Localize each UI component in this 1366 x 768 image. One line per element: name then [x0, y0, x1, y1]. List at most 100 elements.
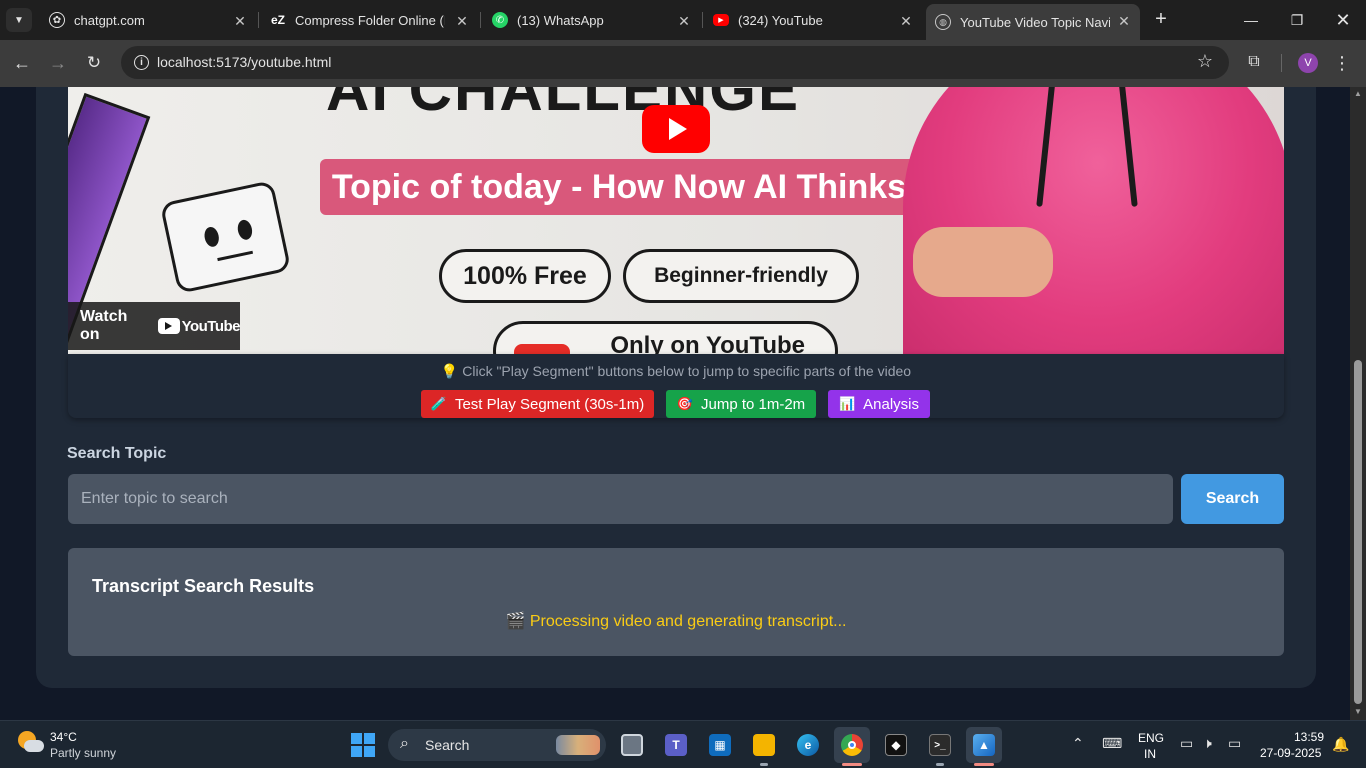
- restore-icon[interactable]: ❐: [1282, 6, 1312, 34]
- tab-separator: [702, 12, 703, 28]
- battery-icon[interactable]: ▭: [1228, 735, 1241, 752]
- taskbar-search-box[interactable]: ⌕ Search: [388, 729, 606, 761]
- youtube-icon: [157, 318, 180, 334]
- hoodie-cord: [1036, 87, 1056, 207]
- page-viewport: AI CHALLENGE Topic of today - How Now AI…: [0, 87, 1350, 720]
- youtube-icon: ▶: [713, 14, 729, 26]
- watch-on-label: Watch on: [80, 308, 128, 343]
- analysis-button[interactable]: 📊 Analysis: [828, 390, 930, 418]
- photos-icon[interactable]: ▲: [966, 727, 1002, 766]
- transcript-results-panel: Transcript Search Results 🎬 Processing v…: [68, 548, 1284, 656]
- window-close-icon[interactable]: ✕: [1328, 6, 1358, 34]
- youtube-logo: YouTube: [156, 317, 241, 335]
- button-label: Jump to 1m-2m: [700, 395, 806, 413]
- watch-on-youtube-button[interactable]: Watch on YouTube: [68, 302, 241, 350]
- scroll-up-arrow-icon[interactable]: ▲: [1353, 89, 1363, 98]
- show-hidden-icons-chevron-icon[interactable]: ⌃: [1072, 735, 1084, 752]
- scroll-down-arrow-icon[interactable]: ▼: [1353, 707, 1363, 716]
- forward-arrow-icon[interactable]: →: [46, 51, 70, 75]
- tab-compress-folder[interactable]: eZ Compress Folder Online (No ✕: [262, 0, 480, 40]
- url-text[interactable]: localhost:5173/youtube.html: [157, 54, 331, 70]
- close-icon[interactable]: ✕: [232, 13, 248, 29]
- hoodie-cord: [1118, 87, 1138, 207]
- tab-whatsapp[interactable]: ✆ (13) WhatsApp ✕: [484, 0, 702, 40]
- tab-separator: [258, 12, 259, 28]
- new-tab-button[interactable]: +: [1150, 8, 1172, 30]
- tab-search-button[interactable]: ▼: [6, 8, 32, 32]
- presenter-image: [903, 87, 1284, 354]
- chatgpt-icon: ✿: [49, 12, 65, 28]
- browser-menu-icon[interactable]: ⋮: [1333, 52, 1351, 74]
- windows-taskbar: 34°C Partly sunny ⌕ Search T ▦ e ◆ >_ ▲ …: [0, 720, 1366, 768]
- target-icon: 🎯: [676, 396, 693, 411]
- close-icon[interactable]: ✕: [454, 13, 470, 29]
- search-input[interactable]: [68, 474, 1173, 524]
- whatsapp-icon: ✆: [492, 12, 508, 28]
- terminal-icon[interactable]: >_: [922, 727, 958, 766]
- cube-app-icon[interactable]: ◆: [878, 727, 914, 763]
- file-explorer-icon[interactable]: [746, 727, 782, 766]
- jump-to-1m-2m-button[interactable]: 🎯 Jump to 1m-2m: [666, 390, 816, 418]
- browser-tab-strip: ▼ ✿ chatgpt.com ✕ eZ Compress Folder Onl…: [0, 0, 1366, 40]
- tab-youtube[interactable]: ▶ (324) YouTube ✕: [706, 0, 924, 40]
- tab-title: (324) YouTube: [738, 12, 823, 28]
- network-icon[interactable]: ▭: [1180, 735, 1193, 752]
- segment-controls: 💡 Click "Play Segment" buttons below to …: [68, 354, 1284, 418]
- page-scrollbar[interactable]: ▲ ▼: [1350, 87, 1366, 720]
- task-view-icon[interactable]: [614, 727, 650, 763]
- youtube-logo-text: YouTube: [181, 317, 241, 335]
- search-label-text: Search Topic: [67, 445, 167, 462]
- site-info-icon[interactable]: i: [134, 55, 149, 70]
- close-icon[interactable]: ✕: [676, 13, 692, 29]
- profile-avatar[interactable]: V: [1298, 53, 1318, 73]
- presenter-arm: [913, 227, 1053, 297]
- search-highlight-image: [556, 735, 600, 755]
- button-label: Analysis: [863, 395, 920, 413]
- language-indicator[interactable]: ENG: [1138, 731, 1164, 745]
- weather-icon[interactable]: [18, 731, 44, 757]
- search-button[interactable]: Search: [1181, 474, 1284, 524]
- weather-condition[interactable]: Partly sunny: [50, 746, 116, 760]
- thumbnail-topic-banner: Topic of today - How Now AI Thinks: [320, 159, 918, 215]
- tab-title: chatgpt.com: [74, 12, 145, 28]
- extensions-puzzle-icon[interactable]: ⧉: [1244, 52, 1264, 72]
- edge-icon[interactable]: e: [790, 727, 826, 763]
- test-play-segment-button[interactable]: 🧪 Test Play Segment (30s-1m): [421, 390, 654, 418]
- microsoft-store-icon[interactable]: ▦: [702, 727, 738, 763]
- search-icon: ⌕: [400, 735, 409, 752]
- bookmark-star-icon[interactable]: ☆: [1197, 51, 1213, 72]
- clock-date[interactable]: 27-09-2025: [1260, 746, 1321, 760]
- close-icon[interactable]: ✕: [898, 13, 914, 29]
- minimize-icon[interactable]: —: [1236, 6, 1266, 34]
- thumbnail-pill-youtube: Only on YouTube: [493, 321, 838, 354]
- weather-temperature[interactable]: 34°C: [50, 730, 77, 744]
- teams-icon[interactable]: T: [658, 727, 694, 763]
- reload-icon[interactable]: ↻: [82, 51, 106, 75]
- chrome-icon[interactable]: [834, 727, 870, 766]
- youtube-embed[interactable]: AI CHALLENGE Topic of today - How Now AI…: [68, 87, 1284, 354]
- close-icon[interactable]: ✕: [1116, 13, 1132, 29]
- test-tube-icon: 🧪: [430, 396, 447, 411]
- tab-title: (13) WhatsApp: [517, 12, 604, 28]
- thumbnail-title: AI CHALLENGE: [326, 87, 800, 123]
- keyboard-icon[interactable]: ⌨: [1102, 735, 1122, 752]
- address-bar[interactable]: i localhost:5173/youtube.html ☆: [121, 46, 1229, 79]
- thumbnail-pill-beginner: Beginner-friendly: [623, 249, 859, 303]
- search-topic-label: Search Topic: [67, 445, 166, 463]
- scrollbar-thumb[interactable]: [1354, 360, 1362, 704]
- tab-youtube-topic-navigator[interactable]: ◍ YouTube Video Topic Naviga ✕: [926, 4, 1140, 40]
- robot-mouth: [217, 250, 254, 262]
- clock-time[interactable]: 13:59: [1294, 730, 1324, 744]
- speaker-muted-icon[interactable]: 🕨: [1203, 735, 1212, 752]
- youtube-play-button[interactable]: [642, 105, 710, 153]
- notification-bell-icon[interactable]: 🔔: [1332, 736, 1349, 753]
- segment-hint: 💡 Click "Play Segment" buttons below to …: [440, 363, 912, 379]
- windows-start-icon[interactable]: [351, 733, 375, 757]
- tab-chatgpt[interactable]: ✿ chatgpt.com ✕: [40, 0, 258, 40]
- language-region[interactable]: IN: [1144, 747, 1156, 761]
- bar-chart-icon: 📊: [838, 396, 856, 411]
- browser-toolbar: ← → ↻ i localhost:5173/youtube.html ☆ ⧉ …: [0, 40, 1366, 87]
- back-arrow-icon[interactable]: ←: [10, 51, 34, 75]
- button-label: Test Play Segment (30s-1m): [454, 395, 645, 413]
- tab-title: YouTube Video Topic Naviga: [960, 14, 1110, 30]
